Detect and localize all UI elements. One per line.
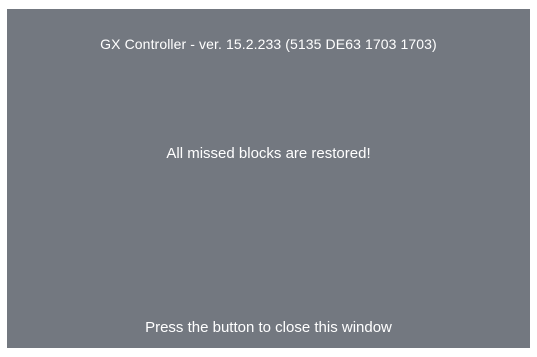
close-instruction: Press the button to close this window xyxy=(145,319,392,336)
status-message: All missed blocks are restored! xyxy=(166,145,371,162)
controller-dialog-window[interactable]: GX Controller - ver. 15.2.233 (5135 DE63… xyxy=(7,9,530,348)
dialog-title: GX Controller - ver. 15.2.233 (5135 DE63… xyxy=(100,36,437,52)
